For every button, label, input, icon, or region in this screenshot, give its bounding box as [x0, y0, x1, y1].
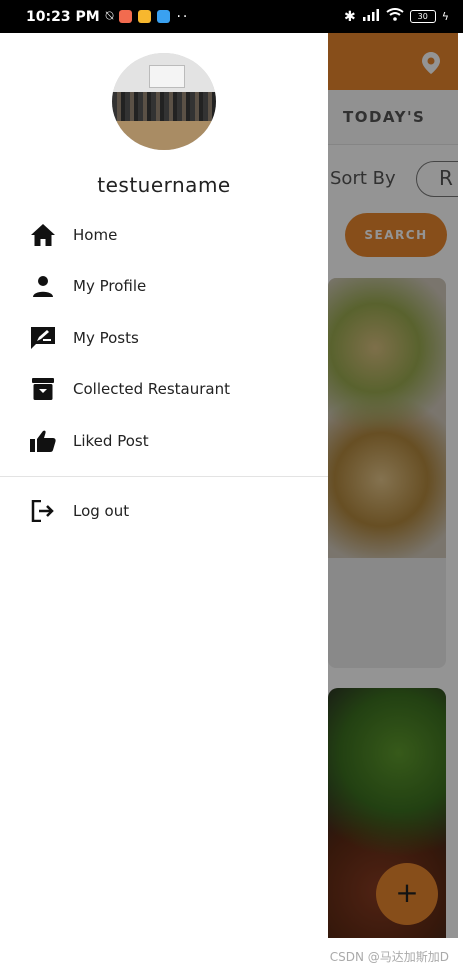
menu-item-my-profile[interactable]: My Profile [0, 264, 328, 308]
app-notification-icon [138, 10, 152, 23]
menu-item-home[interactable]: Home [0, 213, 328, 257]
status-bar: 10:23 PM ⍉ ·· ✱ 30 ϟ [0, 0, 463, 33]
avatar[interactable] [112, 53, 216, 150]
menu-item-collected-restaurant[interactable]: Collected Restaurant [0, 367, 328, 411]
status-time: 10:23 PM [26, 8, 100, 25]
username: testuername [97, 173, 231, 197]
menu-label: My Posts [73, 329, 139, 347]
more-notifications: ·· [176, 8, 190, 25]
menu-label: Collected Restaurant [73, 380, 230, 398]
edit-post-icon [30, 325, 56, 351]
menu-label: Log out [73, 502, 130, 520]
menu-label: Home [73, 226, 118, 244]
menu-item-liked-post[interactable]: Liked Post [0, 419, 328, 463]
person-icon [30, 273, 56, 299]
logout-icon [30, 498, 56, 524]
menu-item-my-posts[interactable]: My Posts [0, 316, 328, 360]
divider [0, 476, 328, 477]
archive-icon [30, 376, 56, 402]
navigation-drawer: testuername Home My Profile My Posts Col… [0, 33, 328, 938]
watermark: CSDN @马达加斯加D [329, 950, 449, 964]
charging-icon: ϟ [441, 10, 449, 23]
menu-item-log-out[interactable]: Log out [0, 489, 328, 533]
wifi-icon [386, 8, 404, 25]
bluetooth-icon: ✱ [344, 8, 356, 25]
battery-icon: 30 [409, 10, 436, 23]
menu-label: Liked Post [73, 432, 149, 450]
app-notification-icon [157, 10, 171, 23]
mute-icon: ⍉ [105, 9, 114, 24]
thumb-up-icon [30, 428, 56, 454]
signal-icon [362, 8, 380, 25]
menu-label: My Profile [73, 277, 147, 295]
app-notification-icon [119, 10, 133, 23]
home-icon [30, 222, 56, 248]
